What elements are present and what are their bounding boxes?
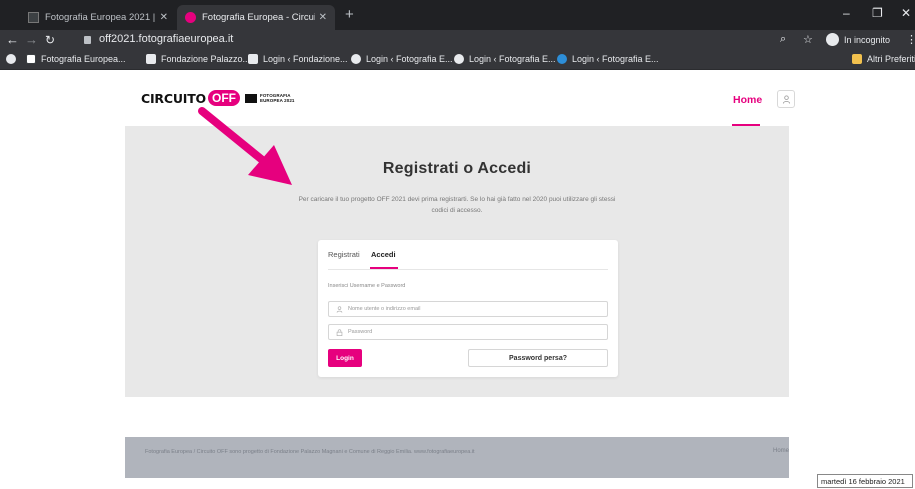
tab-active-indicator [370,267,398,269]
tab-close-icon[interactable]: ✕ [160,12,168,23]
site-footer: Fotografia Europea / Circuito OFF sono p… [125,437,789,478]
bookmark-favicon-icon [26,54,36,64]
incognito-icon [826,33,839,46]
address-bar[interactable]: off2021.fotografiaeuropea.it [84,33,233,45]
incognito-label: In incognito [844,34,891,45]
menu-dots-icon[interactable]: ⋮ [906,33,915,46]
login-card: Registrati Accedi Inserisci Username e P… [318,240,618,377]
form-instructions: Inserisci Username e Password [328,283,406,289]
bookmark-label: Fondazione Palazzo... [161,54,251,64]
back-icon[interactable]: ← [6,33,19,47]
user-account-button[interactable] [777,90,795,108]
site-header: CIRCUITO OFF FOTOGRAFIA EUROPEA 2021 Hom… [0,70,915,126]
bookmark-item[interactable]: Fondazione Palazzo... [146,54,250,64]
close-window-icon[interactable]: ✕ [901,6,911,20]
logo-off-badge: OFF [207,90,240,106]
bookmark-label: Fotografia Europea... [41,54,126,64]
browser-toolbar: ← → ↻ off2021.fotografiaeuropea.it ⌕ ☆ ⋮ [0,30,915,51]
footer-home-link[interactable]: Home [773,448,789,454]
bookmark-favicon-icon [454,54,464,64]
reload-icon[interactable]: ↻ [45,33,55,47]
tab-title: Fotografia Europea 2021 | CIRCU [45,12,156,23]
form-tabs: Registrati Accedi [328,250,608,270]
wordpress-icon [557,54,567,64]
logo-fe-line2: EUROPEA 2021 [259,98,295,103]
logo-text: CIRCUITO [141,90,206,106]
incognito-badge[interactable]: In incognito [826,33,890,46]
bookmark-label: Login ‹ Fotografia E... [572,54,659,64]
logo-fe-text: FOTOGRAFIA EUROPEA 2021 [260,93,295,103]
tab-title: Fotografia Europea - Circuito Off [202,12,315,23]
url-text: off2021.fotografiaeuropea.it [99,33,234,45]
username-input[interactable] [348,306,588,312]
page-subtitle: Per caricare il tuo progetto OFF 2021 de… [298,196,616,214]
pointer-arrow-icon [198,107,292,185]
username-field[interactable] [328,301,608,317]
other-bookmarks-label: Altri Preferiti [867,54,915,64]
taskbar-date: martedì 16 febbraio 2021 [817,474,913,488]
password-field[interactable] [328,324,608,340]
user-icon [782,94,790,104]
lost-password-button[interactable]: Password persa? [468,349,608,367]
bookmark-item[interactable]: Fotografia Europea... [26,54,126,64]
web-page: CIRCUITO OFF FOTOGRAFIA EUROPEA 2021 Hom… [0,70,915,489]
tab-favicon-icon [185,12,196,23]
footer-text: Fotografia Europea / Circuito OFF sono p… [145,449,475,455]
bookmark-item[interactable]: Login ‹ Fotografia E... [557,54,659,64]
tab-login[interactable]: Accedi [371,250,396,259]
lock-icon [84,36,91,44]
browser-tab-strip: Fotografia Europea 2021 | CIRCU ✕ Fotogr… [0,0,915,30]
bookmark-label: Login ‹ Fotografia E... [366,54,453,64]
logo-block-icon [244,93,257,103]
bookmark-favicon-icon [146,54,156,64]
forward-icon[interactable]: → [25,33,38,47]
other-bookmarks[interactable]: Altri Preferiti [852,54,915,64]
browser-tab-1[interactable]: Fotografia Europea 2021 | CIRCU ✕ [20,5,176,30]
browser-tab-2[interactable]: Fotografia Europea - Circuito Off ✕ [177,5,335,30]
bookmark-item[interactable]: Login ‹ Fotografia E... [454,54,556,64]
lock-icon [336,328,343,336]
bookmark-item[interactable]: Login ‹ Fondazione... [248,54,348,64]
new-tab-icon[interactable]: + [345,6,354,23]
folder-icon [852,54,862,64]
restore-icon[interactable]: ❐ [872,6,883,20]
password-input[interactable] [348,329,588,335]
nav-home-link[interactable]: Home [733,94,762,106]
tab-register[interactable]: Registrati [328,250,360,259]
bookmarks-bar: Fotografia Europea... Fondazione Palazzo… [0,51,915,70]
site-logo[interactable]: CIRCUITO OFF FOTOGRAFIA EUROPEA 2021 [141,90,295,106]
logo-fotografia-europea: FOTOGRAFIA EUROPEA 2021 [244,93,295,103]
tab-favicon-icon [28,12,39,23]
login-button[interactable]: Login [328,349,362,367]
minimize-icon[interactable]: – [843,6,850,20]
user-icon [336,305,343,313]
tab-close-icon[interactable]: ✕ [319,12,327,23]
apps-icon[interactable] [6,54,21,64]
zoom-icon[interactable]: ⌕ [780,33,786,46]
bookmark-star-icon[interactable]: ☆ [803,33,813,46]
bookmark-item[interactable]: Login ‹ Fotografia E... [351,54,453,64]
bookmark-label: Login ‹ Fondazione... [263,54,348,64]
bookmark-label: Login ‹ Fotografia E... [469,54,556,64]
bookmark-favicon-icon [248,54,258,64]
bookmark-favicon-icon [351,54,361,64]
